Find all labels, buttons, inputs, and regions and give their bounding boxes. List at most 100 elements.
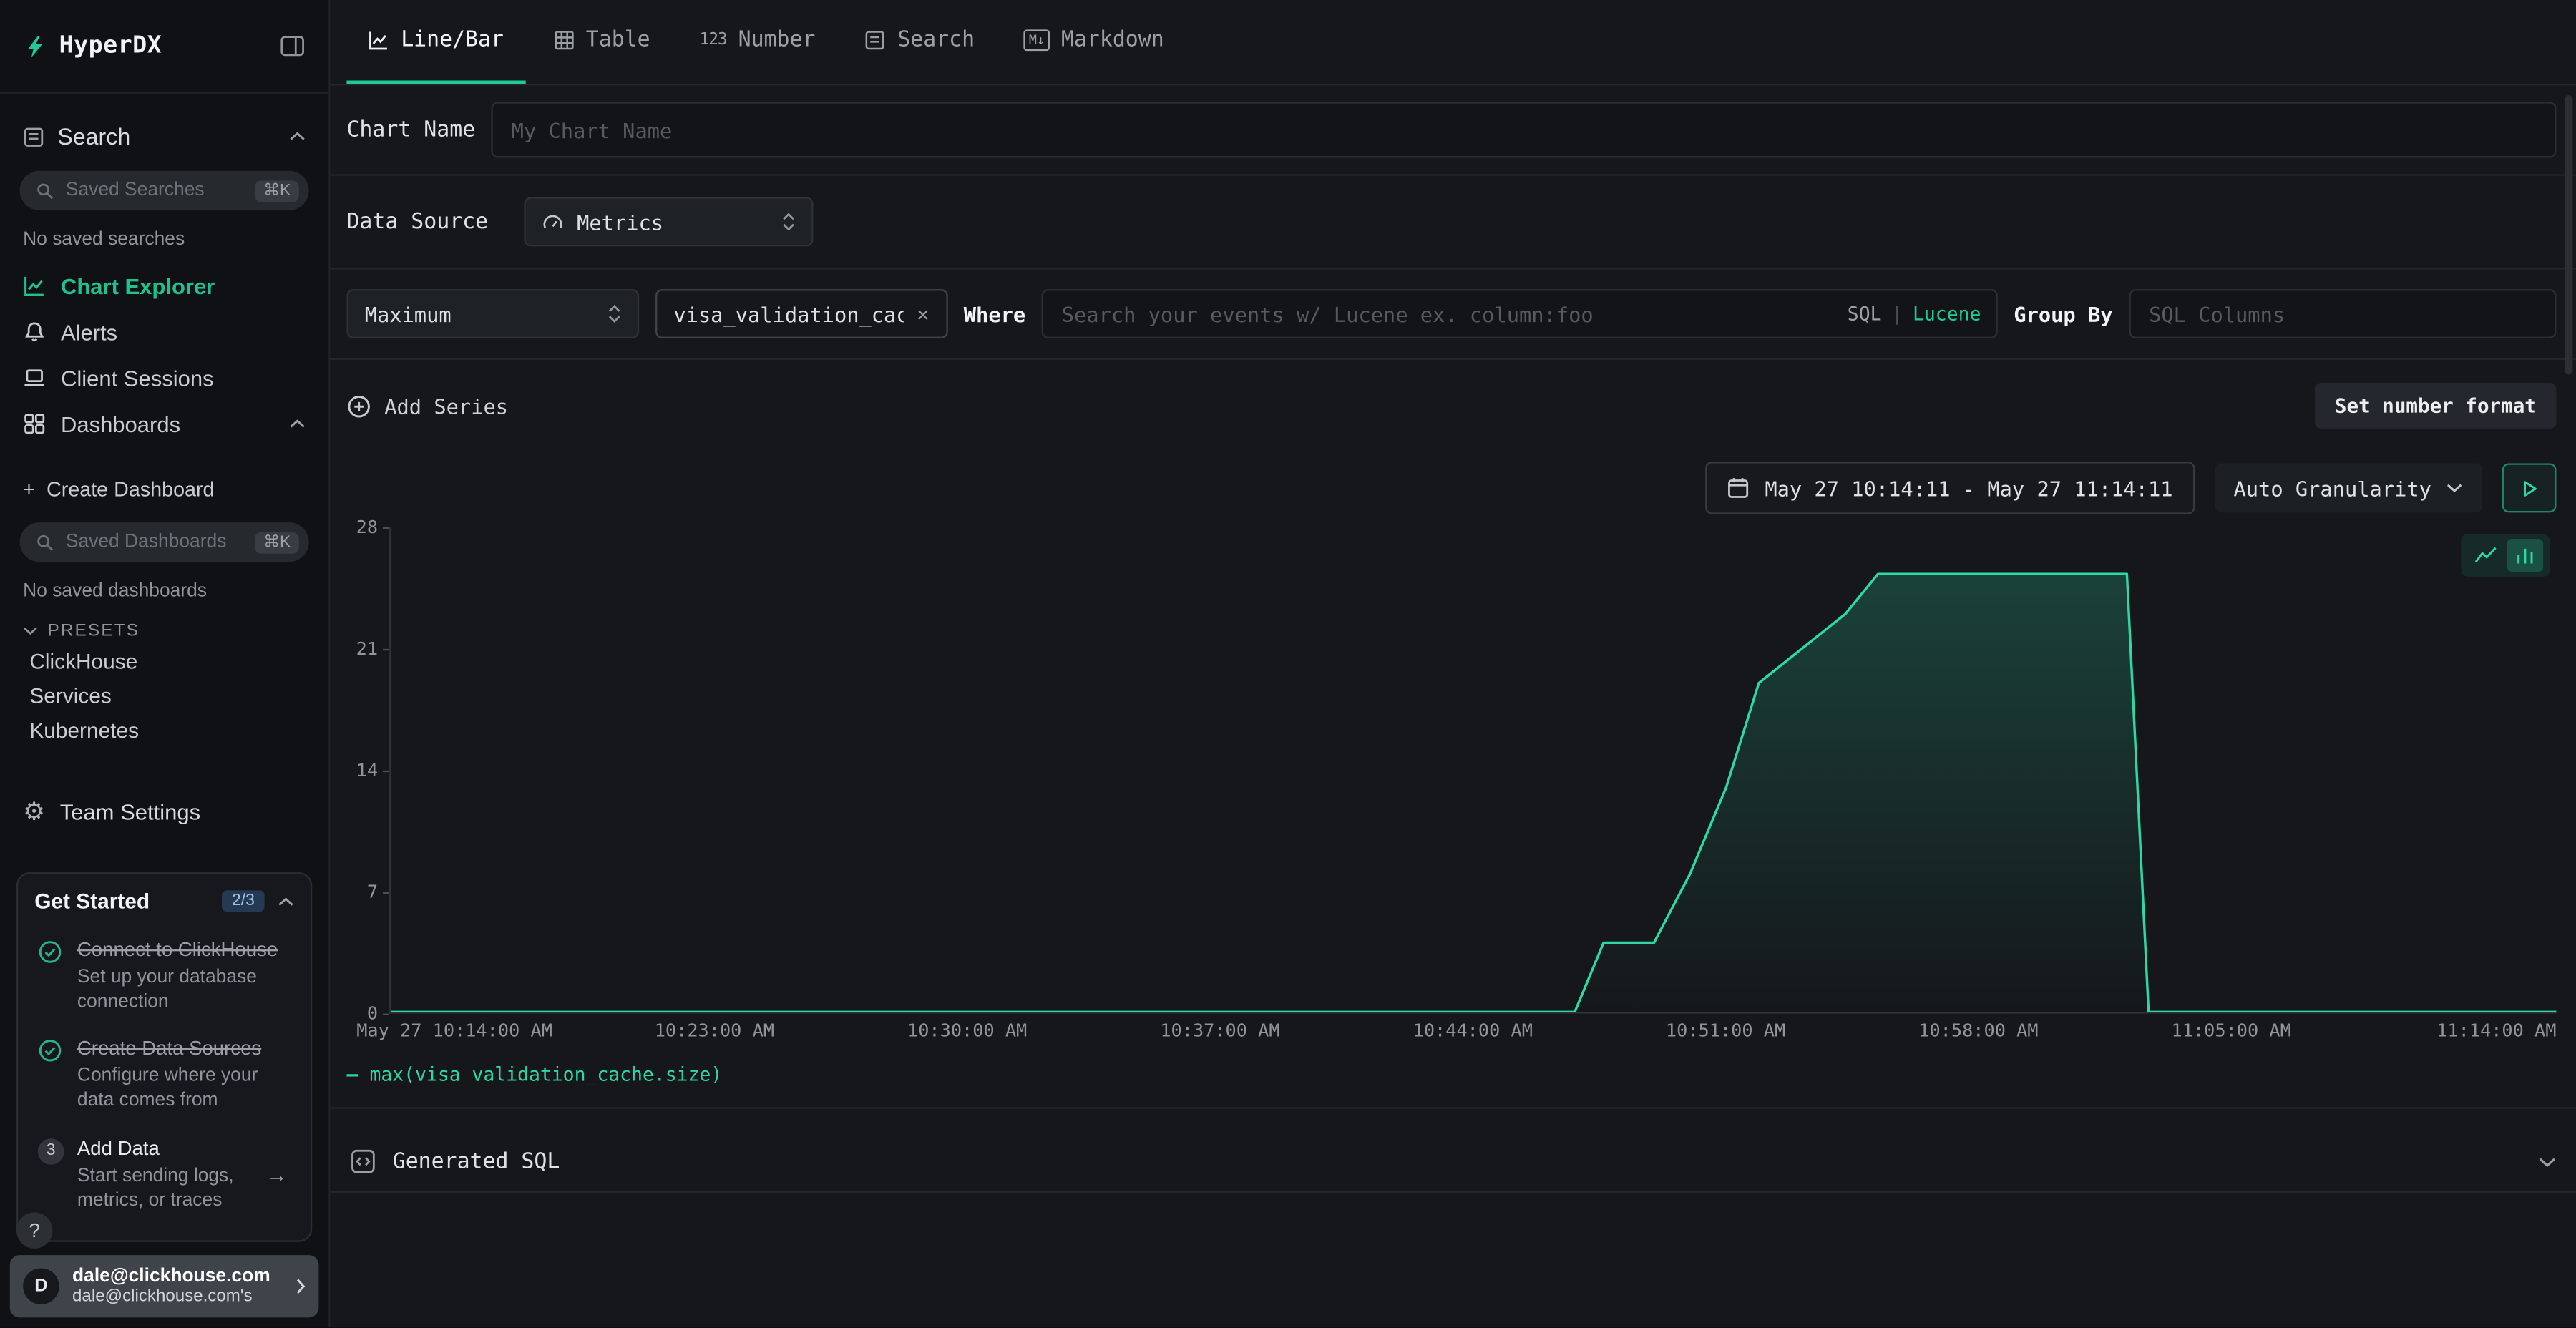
gear-icon: ⚙	[23, 799, 45, 824]
lucene-toggle[interactable]: Lucene	[1913, 302, 1981, 325]
plus-icon: +	[23, 478, 35, 501]
help-button[interactable]: ?	[16, 1212, 53, 1249]
scrollbar-thumb[interactable]	[2565, 95, 2572, 374]
x-tick-label: 10:37:00 AM	[1160, 1020, 1279, 1042]
nav-label: Chart Explorer	[61, 273, 215, 298]
preset-services[interactable]: Services	[0, 678, 328, 713]
get-started-header[interactable]: Get Started 2/3	[34, 889, 294, 913]
get-started-item-desc: Configure where your data comes from	[77, 1065, 288, 1114]
series-actions-row: Add Series Set number format	[330, 360, 2576, 436]
no-saved-dashboards-text: No saved dashboards	[23, 582, 306, 602]
y-tick-label: 7	[367, 882, 378, 903]
team-settings-button[interactable]: ⚙ Team Settings	[0, 790, 328, 833]
line-view-button[interactable]	[2467, 539, 2504, 572]
search-icon	[36, 182, 54, 200]
get-started-item-title: Create Data Sources	[77, 1038, 288, 1062]
y-axis: 07142128	[346, 527, 389, 1014]
chart-name-input[interactable]	[492, 102, 2556, 157]
chevron-up-icon	[289, 419, 306, 429]
get-started-progress-badge: 2/3	[222, 890, 264, 912]
collapse-sidebar-button[interactable]	[279, 33, 306, 59]
sql-toggle[interactable]: SQL	[1848, 302, 1882, 325]
bar-view-button[interactable]	[2507, 539, 2544, 572]
play-icon	[2519, 477, 2540, 499]
sidebar-item-dashboards[interactable]: Dashboards	[0, 401, 328, 446]
chevron-up-icon	[289, 132, 306, 142]
kbd-shortcut: ⌘K	[255, 532, 299, 553]
code-icon	[350, 1148, 376, 1175]
data-source-select[interactable]: Metrics	[525, 197, 814, 247]
nav-label: Alerts	[61, 320, 117, 344]
y-tick-mark	[383, 770, 389, 771]
check-circle-icon	[38, 1038, 64, 1114]
calendar-icon	[1727, 477, 1750, 499]
saved-searches-input[interactable]: Saved Searches ⌘K	[20, 171, 309, 210]
create-dashboard-button[interactable]: + Create Dashboard	[0, 470, 328, 509]
y-tick-label: 14	[356, 760, 378, 781]
x-tick-label: 10:51:00 AM	[1666, 1020, 1785, 1042]
legend[interactable]: — max(visa_validation_cache.size)	[346, 1063, 2556, 1085]
list-icon	[23, 126, 44, 147]
sidebar-header: HyperDX	[0, 0, 328, 92]
tab-number[interactable]: 123 Number	[678, 0, 837, 84]
granularity-select[interactable]: Auto Granularity	[2214, 463, 2482, 512]
nav-label: Dashboards	[61, 411, 180, 436]
saved-searches-placeholder: Saved Searches	[66, 181, 244, 201]
run-query-button[interactable]	[2502, 463, 2557, 512]
sidebar-item-alerts[interactable]: Alerts	[0, 309, 328, 355]
tab-label: Markdown	[1061, 28, 1164, 52]
section-divider	[330, 1191, 2576, 1193]
table-icon	[553, 29, 575, 51]
add-series-label: Add Series	[384, 394, 508, 418]
sidebar-item-chart-explorer[interactable]: Chart Explorer	[0, 263, 328, 308]
get-started-item-add-data[interactable]: 3 Add Data Start sending logs, metrics, …	[34, 1125, 294, 1224]
tab-markdown[interactable]: M↓ Markdown	[1002, 0, 1185, 84]
chart-svg	[391, 527, 2556, 1012]
chart-plot[interactable]	[389, 527, 2556, 1014]
bar-chart-icon	[2514, 544, 2537, 567]
tab-line-bar[interactable]: Line/Bar	[346, 0, 525, 84]
get-started-item-sources[interactable]: Create Data Sources Configure where your…	[34, 1026, 294, 1126]
chevron-down-icon	[2446, 483, 2463, 493]
preset-clickhouse[interactable]: ClickHouse	[0, 644, 328, 678]
generated-sql-label: Generated SQL	[393, 1149, 2522, 1173]
chart-toolbar: May 27 10:14:11 - May 27 11:14:11 Auto G…	[346, 462, 2556, 514]
sidebar-item-client-sessions[interactable]: Client Sessions	[0, 355, 328, 401]
granularity-value: Auto Granularity	[2233, 476, 2431, 500]
plus-circle-icon	[346, 394, 371, 418]
user-menu[interactable]: D dale@clickhouse.com dale@clickhouse.co…	[10, 1255, 319, 1317]
get-started-item-title: Connect to ClickHouse	[77, 938, 288, 962]
preset-label: ClickHouse	[29, 649, 137, 673]
presets-label: PRESETS	[48, 621, 140, 641]
aggregation-select[interactable]: Maximum	[346, 289, 639, 338]
set-number-format-button[interactable]: Set number format	[2315, 383, 2556, 429]
line-chart-icon	[368, 29, 389, 51]
tab-search[interactable]: Search	[843, 0, 995, 84]
chart-display-toggle	[2461, 534, 2550, 577]
data-source-row: Data Source Metrics	[330, 176, 2576, 268]
avatar: D	[23, 1268, 59, 1304]
arrow-right-icon: →	[266, 1163, 288, 1187]
check-circle-icon	[38, 938, 64, 1015]
numbers-icon: 123	[700, 31, 727, 49]
add-series-button[interactable]: Add Series	[346, 394, 508, 418]
remove-metric-icon[interactable]: ×	[917, 303, 929, 325]
y-tick-mark	[383, 527, 389, 528]
metric-chip[interactable]: visa_validation_cach ×	[655, 289, 947, 338]
step-number-badge: 3	[38, 1136, 64, 1213]
preset-kubernetes[interactable]: Kubernetes	[0, 713, 328, 747]
get-started-title: Get Started	[34, 889, 209, 913]
tab-table[interactable]: Table	[532, 0, 671, 84]
line-chart-icon	[2474, 544, 2497, 567]
date-range-picker[interactable]: May 27 10:14:11 - May 27 11:14:11	[1706, 462, 2195, 514]
search-section-header[interactable]: Search	[0, 115, 328, 158]
group-by-input[interactable]	[2129, 289, 2557, 338]
get-started-card: Get Started 2/3 Connect to ClickHouse Se…	[16, 872, 312, 1242]
y-tick-mark	[383, 1012, 389, 1014]
generated-sql-toggle[interactable]: Generated SQL	[330, 1132, 2576, 1191]
presets-toggle[interactable]: PRESETS	[23, 621, 306, 641]
bell-icon	[23, 321, 46, 343]
tab-label: Line/Bar	[401, 28, 504, 52]
get-started-item-connect[interactable]: Connect to ClickHouse Set up your databa…	[34, 927, 294, 1026]
saved-dashboards-input[interactable]: Saved Dashboards ⌘K	[20, 522, 309, 562]
